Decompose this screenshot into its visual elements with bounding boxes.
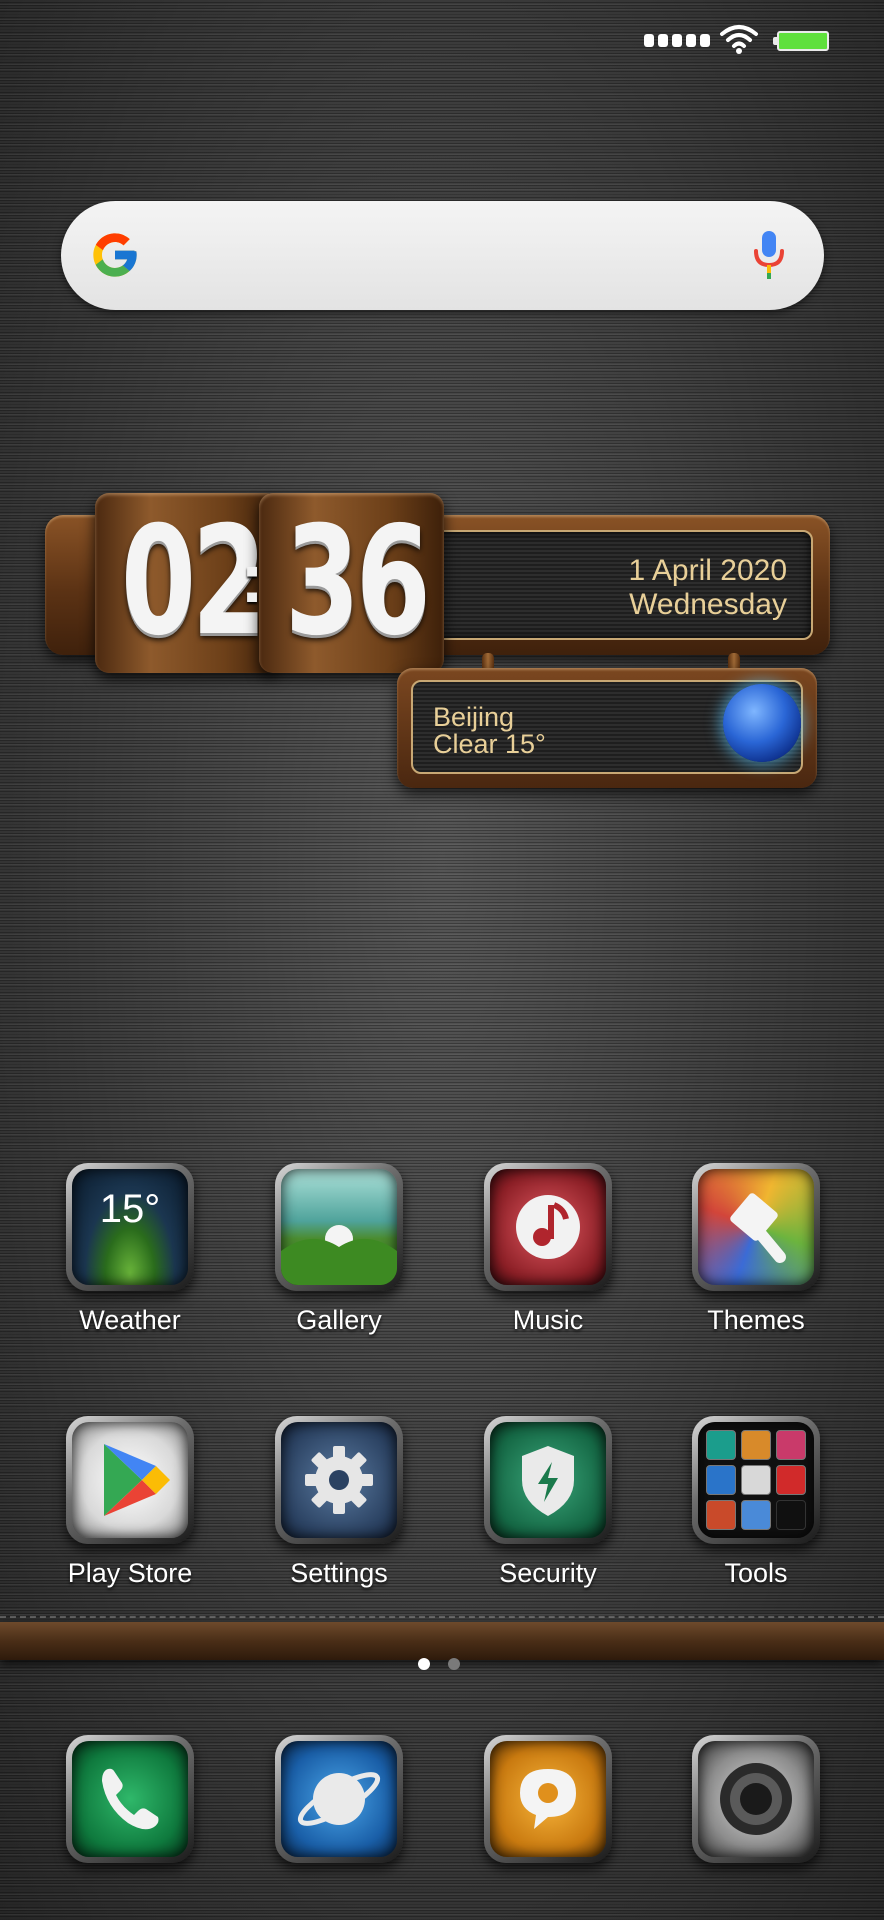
tools-folder-icon bbox=[692, 1416, 820, 1544]
app-weather[interactable]: 15° Weather bbox=[45, 1163, 215, 1336]
weather-text: Beijing Clear 15° bbox=[433, 704, 546, 758]
app-label: Weather bbox=[79, 1305, 181, 1335]
play-store-icon bbox=[66, 1416, 194, 1544]
weather-panel[interactable]: Beijing Clear 15° bbox=[397, 668, 817, 788]
date-text: 1 April 2020 Wednesday bbox=[629, 554, 787, 622]
weekday: Wednesday bbox=[629, 588, 787, 621]
dock-camera[interactable] bbox=[671, 1735, 841, 1863]
clock-weather-widget[interactable]: 1 April 2020 Wednesday 02 36 : Beijing C… bbox=[45, 493, 835, 793]
app-label: Themes bbox=[707, 1305, 805, 1335]
app-tools-folder[interactable]: Tools bbox=[671, 1416, 841, 1589]
wood-shelf-divider bbox=[0, 1622, 884, 1660]
date-line: 1 April 2020 bbox=[628, 554, 787, 587]
weather-icon: 15° bbox=[66, 1163, 194, 1291]
page-dot[interactable] bbox=[448, 1658, 460, 1670]
paintbrush-icon bbox=[692, 1163, 820, 1291]
app-music[interactable]: Music bbox=[463, 1163, 633, 1336]
date-display: 1 April 2020 Wednesday bbox=[395, 530, 813, 640]
app-themes[interactable]: Themes bbox=[671, 1163, 841, 1336]
weather-condition: Clear 15° bbox=[433, 729, 546, 759]
app-label: Security bbox=[499, 1558, 597, 1588]
minutes-text: 36 bbox=[284, 495, 431, 669]
app-gallery[interactable]: Gallery bbox=[254, 1163, 424, 1336]
hours-text: 02 bbox=[120, 495, 267, 669]
google-logo-icon bbox=[93, 233, 137, 277]
message-bubble-icon bbox=[484, 1735, 612, 1863]
dock-stitch-divider bbox=[0, 1616, 884, 1618]
app-security[interactable]: Security bbox=[463, 1416, 633, 1589]
dock-phone[interactable] bbox=[45, 1735, 215, 1863]
status-bar bbox=[0, 0, 884, 80]
music-note-icon bbox=[484, 1163, 612, 1291]
battery-full-icon bbox=[773, 31, 829, 51]
phone-icon bbox=[66, 1735, 194, 1863]
wifi-icon bbox=[720, 25, 758, 54]
signal-bars-icon bbox=[644, 34, 710, 47]
app-label: Gallery bbox=[296, 1305, 382, 1335]
app-label: Play Store bbox=[67, 1558, 193, 1588]
browser-planet-icon bbox=[275, 1735, 403, 1863]
weather-display: Beijing Clear 15° bbox=[411, 680, 803, 774]
dock-browser[interactable] bbox=[254, 1735, 424, 1863]
app-label: Music bbox=[512, 1305, 584, 1335]
gear-icon bbox=[275, 1416, 403, 1544]
clock-minutes: 36 bbox=[259, 493, 444, 673]
app-label: Settings bbox=[290, 1558, 388, 1588]
page-dot-active[interactable] bbox=[418, 1658, 430, 1670]
moon-globe-icon bbox=[723, 684, 801, 762]
clock-separator: : bbox=[240, 539, 264, 617]
microphone-icon[interactable] bbox=[752, 229, 786, 281]
weather-icon-temp: 15° bbox=[99, 1187, 161, 1231]
page-indicator[interactable] bbox=[418, 1658, 460, 1670]
shield-bolt-icon bbox=[484, 1416, 612, 1544]
app-label: Tools bbox=[724, 1558, 788, 1588]
google-search-bar[interactable] bbox=[61, 201, 824, 310]
app-play-store[interactable]: Play Store bbox=[45, 1416, 215, 1589]
city-name: Beijing bbox=[433, 702, 515, 732]
gallery-icon bbox=[275, 1163, 403, 1291]
dock-messages[interactable] bbox=[463, 1735, 633, 1863]
camera-lens-icon bbox=[692, 1735, 820, 1863]
app-settings[interactable]: Settings bbox=[254, 1416, 424, 1589]
